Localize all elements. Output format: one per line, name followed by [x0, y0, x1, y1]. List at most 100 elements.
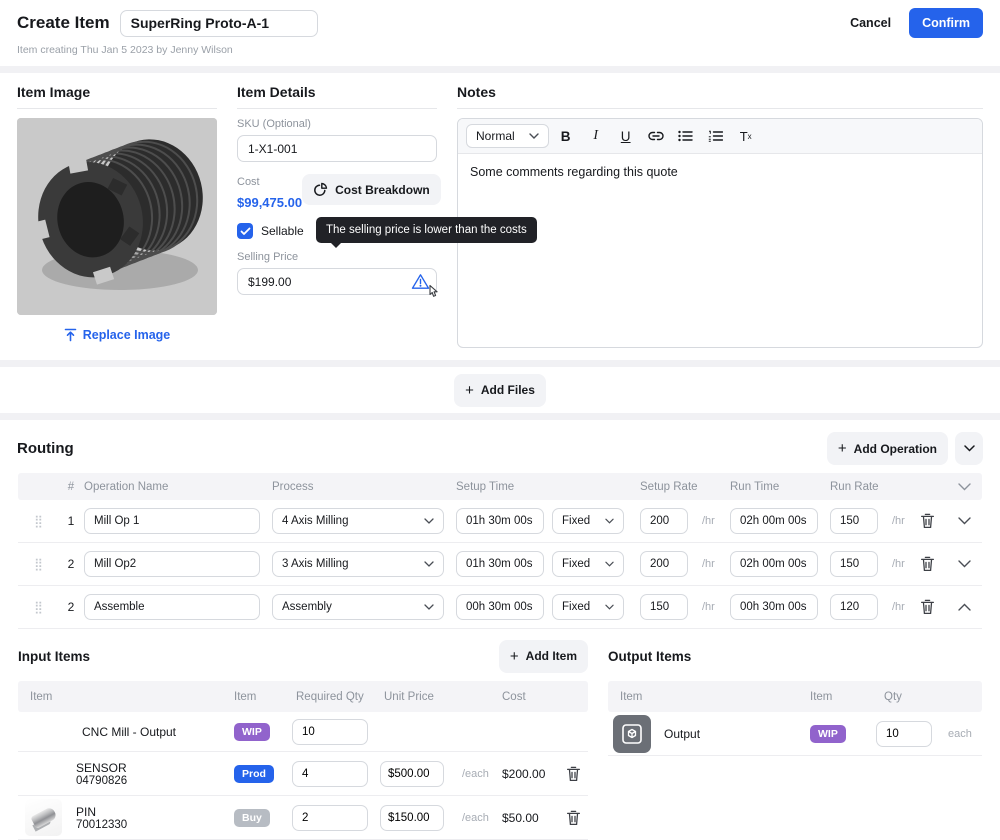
required-qty-input[interactable]: [292, 805, 368, 831]
output-items-header: Item Item Qty: [608, 681, 982, 712]
process-select[interactable]: 4 Axis Milling: [272, 508, 444, 534]
add-operation-menu-button[interactable]: [955, 432, 983, 465]
setup-rate-type-select[interactable]: Fixed: [552, 594, 624, 620]
chevron-up-icon: [958, 603, 971, 611]
required-qty-input[interactable]: [292, 761, 368, 787]
bold-button[interactable]: B: [553, 124, 579, 148]
output-items-section: Output Items Item Item Qty Output WIP: [608, 639, 982, 840]
mouse-cursor-icon: [425, 284, 441, 304]
clear-format-button[interactable]: Tx: [733, 124, 759, 148]
operation-number: 2: [58, 600, 84, 614]
add-operation-label: Add Operation: [854, 442, 937, 456]
italic-button[interactable]: I: [583, 124, 609, 148]
setup-rate-type-select[interactable]: Fixed: [552, 551, 624, 577]
setup-time-input[interactable]: [456, 508, 544, 534]
item-name-text: SENSOR: [76, 761, 234, 775]
chevron-down-icon: [424, 518, 434, 524]
setup-rate-input[interactable]: [640, 594, 688, 620]
chevron-down-icon: [605, 561, 614, 567]
replace-image-link[interactable]: Replace Image: [17, 328, 217, 342]
chevron-down-icon: [605, 518, 614, 524]
run-rate-input[interactable]: [830, 508, 878, 534]
underline-button[interactable]: U: [613, 124, 639, 148]
unit-price-input[interactable]: [380, 761, 444, 787]
required-qty-input[interactable]: [292, 719, 368, 745]
delete-operation-button[interactable]: [908, 599, 946, 615]
sellable-checkbox[interactable]: [237, 223, 253, 239]
chevron-down-icon: [605, 604, 614, 610]
col-item: Item: [18, 691, 64, 703]
operation-name-input[interactable]: [84, 594, 260, 620]
plus-icon: +: [838, 440, 847, 457]
top-bar: Create Item Cancel Confirm: [0, 0, 1000, 38]
delete-item-button[interactable]: [558, 810, 588, 826]
sku-input[interactable]: [237, 135, 437, 162]
item-type-badge: Buy: [234, 809, 270, 827]
delete-operation-button[interactable]: [908, 513, 946, 529]
ordered-list-button[interactable]: [703, 124, 729, 148]
col-item: Item: [608, 691, 652, 703]
delete-operation-button[interactable]: [908, 556, 946, 572]
setup-rate-input[interactable]: [640, 508, 688, 534]
cost-breakdown-button[interactable]: Cost Breakdown: [302, 174, 441, 205]
process-value: 4 Axis Milling: [282, 515, 348, 527]
link-button[interactable]: [643, 124, 669, 148]
col-unit-price: Unit Price: [384, 691, 454, 703]
collapse-all-icon[interactable]: [946, 483, 982, 491]
bullet-list-button[interactable]: [673, 124, 699, 148]
add-item-button[interactable]: + Add Item: [499, 640, 588, 673]
run-time-input[interactable]: [730, 508, 818, 534]
col-run-time: Run Time: [730, 481, 820, 493]
expand-row-button[interactable]: [946, 560, 982, 568]
drag-handle-icon[interactable]: ⣿: [18, 600, 58, 614]
format-select[interactable]: Normal: [466, 124, 549, 148]
cancel-button[interactable]: Cancel: [850, 16, 891, 30]
routing-table: # Operation Name Process Setup Time Setu…: [18, 473, 982, 629]
output-qty-input[interactable]: [876, 721, 932, 747]
unit-price-input[interactable]: [380, 805, 444, 831]
input-item-row: PIN 70012330 Buy /each $50.00: [18, 796, 588, 840]
item-image: [17, 118, 217, 315]
operation-name-input[interactable]: [84, 508, 260, 534]
process-select[interactable]: Assembly: [272, 594, 444, 620]
item-name-input[interactable]: [120, 10, 318, 37]
setup-time-input[interactable]: [456, 594, 544, 620]
chevron-down-icon: [958, 517, 971, 525]
expand-row-button[interactable]: [946, 517, 982, 525]
chevron-down-icon: [958, 560, 971, 568]
sku-label: SKU (Optional): [237, 118, 437, 130]
process-select[interactable]: 3 Axis Milling: [272, 551, 444, 577]
cost-breakdown-label: Cost Breakdown: [335, 183, 430, 197]
line-cost: $50.00: [502, 811, 558, 825]
created-by-subtitle: Item creating Thu Jan 5 2023 by Jenny Wi…: [0, 38, 1000, 66]
link-icon: [648, 131, 664, 141]
drag-handle-icon[interactable]: ⣿: [18, 514, 58, 528]
operation-name-input[interactable]: [84, 551, 260, 577]
drag-handle-icon[interactable]: ⣿: [18, 557, 58, 571]
selling-price-input[interactable]: [237, 268, 437, 295]
setup-time-input[interactable]: [456, 551, 544, 577]
confirm-button[interactable]: Confirm: [909, 8, 983, 38]
rate-type-value: Fixed: [562, 515, 590, 527]
input-item-name: SENSOR 04790826: [64, 761, 234, 787]
col-operation-name: Operation Name: [84, 481, 272, 493]
input-items-header: Item Item Required Qty Unit Price Cost: [18, 681, 588, 712]
qty-unit-label: each: [940, 728, 982, 740]
notes-content[interactable]: Some comments regarding this quote: [458, 154, 982, 190]
run-rate-input[interactable]: [830, 594, 878, 620]
run-time-input[interactable]: [730, 551, 818, 577]
input-item-row: CNC Mill - Output WIP: [18, 712, 588, 752]
col-process: Process: [272, 481, 456, 493]
rate-type-value: Fixed: [562, 601, 590, 613]
add-operation-button[interactable]: + Add Operation: [827, 432, 948, 465]
delete-item-button[interactable]: [558, 766, 588, 782]
operation-number: 1: [58, 514, 84, 528]
run-time-input[interactable]: [730, 594, 818, 620]
setup-rate-unit: /hr: [694, 515, 724, 527]
add-files-button[interactable]: + Add Files: [454, 374, 546, 407]
setup-rate-type-select[interactable]: Fixed: [552, 508, 624, 534]
item-thumbnail: [25, 799, 62, 836]
run-rate-input[interactable]: [830, 551, 878, 577]
setup-rate-input[interactable]: [640, 551, 688, 577]
collapse-row-button[interactable]: [946, 603, 982, 611]
